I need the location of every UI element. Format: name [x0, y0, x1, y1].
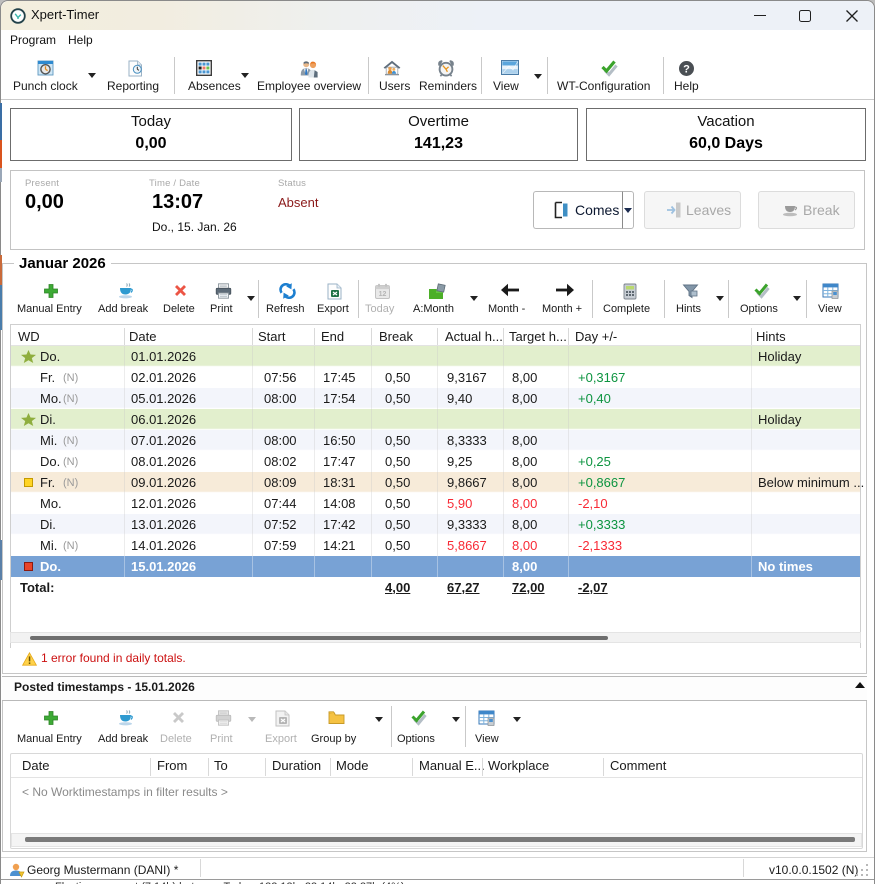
svg-text:12: 12	[378, 291, 386, 298]
svg-text:?: ?	[683, 64, 690, 76]
